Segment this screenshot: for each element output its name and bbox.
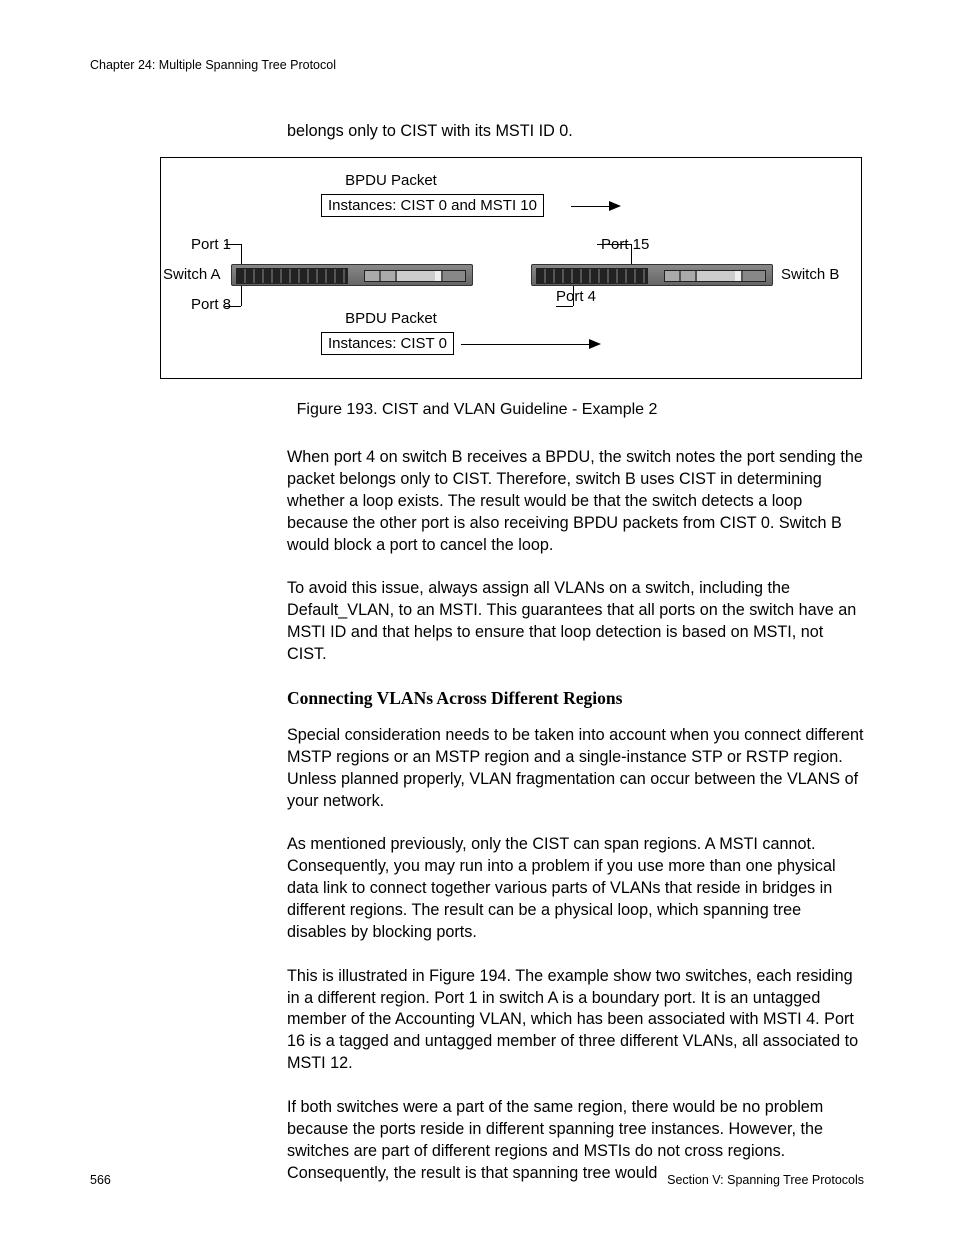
port4-label: Port 4 <box>556 288 596 305</box>
port4-tick <box>556 306 573 307</box>
switch-b-label: Switch B <box>781 266 839 283</box>
port1-line <box>241 244 242 264</box>
bpdu-top-label: BPDU Packet <box>321 172 461 189</box>
port8-line <box>241 286 242 306</box>
bpdu-bot-label: BPDU Packet <box>321 310 461 327</box>
page-number: 566 <box>90 1173 111 1187</box>
bpdu-bot-instances-box: Instances: CIST 0 <box>321 332 454 355</box>
port15-label: Port 15 <box>601 236 649 253</box>
section-label: Section V: Spanning Tree Protocols <box>667 1173 864 1187</box>
page-footer: 566 Section V: Spanning Tree Protocols <box>90 1173 864 1187</box>
port8-label: Port 8 <box>191 296 231 313</box>
bpdu-top-instances-box: Instances: CIST 0 and MSTI 10 <box>321 194 544 217</box>
switch-b-graphic <box>531 264 773 286</box>
port1-label: Port 1 <box>191 236 231 253</box>
switch-a-graphic <box>231 264 473 286</box>
para-6: If both switches were a part of the same… <box>287 1097 864 1184</box>
switch-a-label: Switch A <box>163 266 221 283</box>
subheading-connecting-vlans: Connecting VLANs Across Different Region… <box>287 688 864 709</box>
para-4: As mentioned previously, only the CIST c… <box>287 834 864 943</box>
lead-in-line: belongs only to CIST with its MSTI ID 0. <box>287 122 864 141</box>
para-2: To avoid this issue, always assign all V… <box>287 578 864 665</box>
figure-193: BPDU Packet Instances: CIST 0 and MSTI 1… <box>160 157 862 379</box>
para-3: Special consideration needs to be taken … <box>287 725 864 812</box>
figure-caption: Figure 193. CIST and VLAN Guideline - Ex… <box>90 401 864 419</box>
para-5: This is illustrated in Figure 194. The e… <box>287 966 864 1075</box>
para-1: When port 4 on switch B receives a BPDU,… <box>287 447 864 556</box>
running-header: Chapter 24: Multiple Spanning Tree Proto… <box>90 58 864 72</box>
